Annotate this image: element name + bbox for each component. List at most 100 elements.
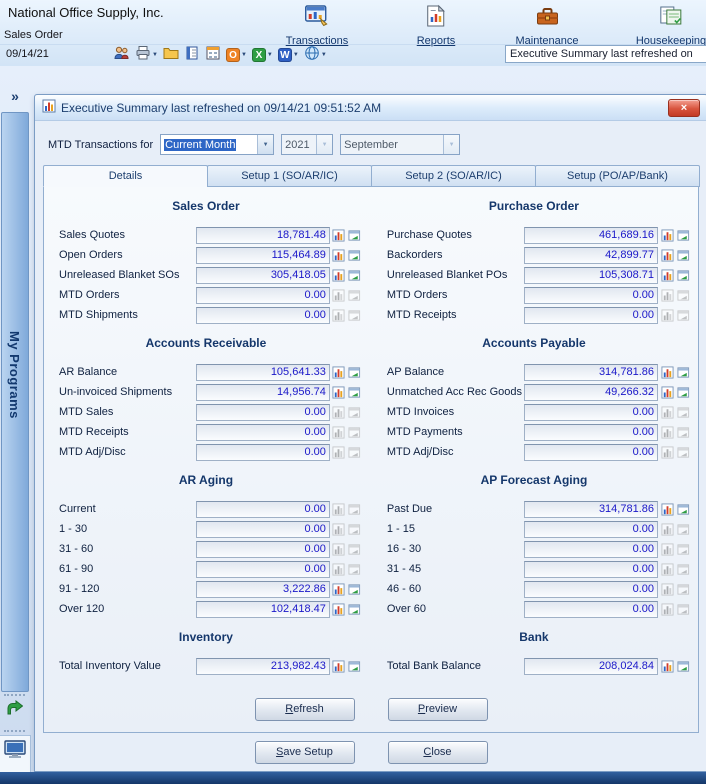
drilldown-icon[interactable] (676, 268, 690, 282)
refresh-button[interactable]: Refresh (254, 698, 355, 721)
dropdown-arrow-icon[interactable]: ▼ (241, 52, 247, 58)
chart-icon[interactable] (660, 385, 674, 399)
chart-icon[interactable] (332, 542, 346, 556)
drilldown-icon[interactable] (676, 248, 690, 262)
drilldown-icon[interactable] (676, 288, 690, 302)
ledger-icon[interactable] (183, 46, 201, 64)
chart-icon[interactable] (332, 268, 346, 282)
metric-value-field[interactable]: 115,464.89 (195, 246, 330, 264)
month-combobox[interactable]: September ▼ (340, 134, 461, 155)
chart-icon[interactable] (332, 582, 346, 596)
metric-value-field[interactable]: 0.00 (524, 306, 658, 324)
excel-export-button[interactable]: X ▼ (251, 46, 274, 64)
drilldown-icon[interactable] (676, 308, 690, 322)
chart-icon[interactable] (660, 308, 674, 322)
metric-value-field[interactable]: 49,266.32 (524, 383, 658, 401)
metric-value-field[interactable]: 18,781.48 (195, 226, 330, 244)
chart-icon[interactable] (660, 542, 674, 556)
chevron-down-icon[interactable]: ▼ (257, 135, 274, 154)
chart-icon[interactable] (660, 288, 674, 302)
chart-icon[interactable] (660, 228, 674, 242)
folder-icon[interactable] (162, 46, 180, 64)
metric-value-field[interactable]: 0.00 (195, 286, 330, 304)
print-button[interactable]: ▼ (134, 45, 159, 64)
metric-value-field[interactable]: 0.00 (195, 423, 330, 441)
drilldown-icon[interactable] (348, 522, 362, 536)
metric-value-field[interactable]: 42,899.77 (524, 246, 658, 264)
drilldown-icon[interactable] (676, 228, 690, 242)
chart-icon[interactable] (332, 562, 346, 576)
metric-value-field[interactable]: 0.00 (195, 306, 330, 324)
chart-icon[interactable] (660, 405, 674, 419)
drilldown-icon[interactable] (348, 405, 362, 419)
tab-setup1[interactable]: Setup 1 (SO/AR/IC) (207, 165, 372, 187)
chart-icon[interactable] (332, 659, 346, 673)
chart-icon[interactable] (660, 425, 674, 439)
outlook-export-button[interactable]: O ▼ (225, 46, 248, 64)
chart-icon[interactable] (332, 385, 346, 399)
chart-icon[interactable] (660, 502, 674, 516)
drilldown-icon[interactable] (676, 405, 690, 419)
workstation-icon[interactable] (3, 740, 27, 765)
drilldown-icon[interactable] (348, 425, 362, 439)
dropdown-arrow-icon[interactable]: ▼ (152, 52, 158, 58)
drilldown-icon[interactable] (348, 288, 362, 302)
nav-transactions[interactable]: Transactions (286, 4, 348, 47)
chart-icon[interactable] (332, 228, 346, 242)
drilldown-icon[interactable] (676, 445, 690, 459)
preview-button[interactable]: Preview (387, 698, 488, 721)
drilldown-icon[interactable] (676, 365, 690, 379)
chart-icon[interactable] (332, 365, 346, 379)
drilldown-icon[interactable] (676, 582, 690, 596)
navigate-icon[interactable] (5, 699, 24, 721)
chevron-down-icon[interactable]: ▼ (443, 135, 460, 154)
metric-value-field[interactable]: 314,781.86 (524, 363, 658, 381)
metric-value-field[interactable]: 0.00 (195, 520, 330, 538)
drilldown-icon[interactable] (348, 385, 362, 399)
metric-value-field[interactable]: 3,222.86 (195, 580, 330, 598)
drilldown-icon[interactable] (348, 602, 362, 616)
chart-icon[interactable] (332, 288, 346, 302)
chart-icon[interactable] (660, 602, 674, 616)
drilldown-icon[interactable] (348, 542, 362, 556)
metric-value-field[interactable]: 0.00 (524, 600, 658, 618)
tab-setup2[interactable]: Setup 2 (SO/AR/IC) (371, 165, 536, 187)
nav-reports[interactable]: Reports (417, 4, 455, 47)
my-programs-strip[interactable]: My Programs (1, 112, 29, 692)
metric-value-field[interactable]: 208,024.84 (524, 657, 658, 675)
drilldown-icon[interactable] (348, 228, 362, 242)
chart-icon[interactable] (332, 248, 346, 262)
metric-value-field[interactable]: 0.00 (195, 443, 330, 461)
drilldown-icon[interactable] (676, 385, 690, 399)
metric-value-field[interactable]: 213,982.43 (195, 657, 330, 675)
chart-icon[interactable] (660, 582, 674, 596)
chart-icon[interactable] (660, 248, 674, 262)
metric-value-field[interactable]: 14,956.74 (195, 383, 330, 401)
metric-value-field[interactable]: 305,418.05 (195, 266, 330, 284)
chart-icon[interactable] (332, 445, 346, 459)
chart-icon[interactable] (660, 562, 674, 576)
drilldown-icon[interactable] (676, 502, 690, 516)
metric-value-field[interactable]: 0.00 (524, 443, 658, 461)
metric-value-field[interactable]: 0.00 (524, 423, 658, 441)
metric-value-field[interactable]: 0.00 (524, 520, 658, 538)
metric-value-field[interactable]: 0.00 (195, 500, 330, 518)
metric-value-field[interactable]: 105,308.71 (524, 266, 658, 284)
drilldown-icon[interactable] (348, 659, 362, 673)
chart-icon[interactable] (660, 365, 674, 379)
close-button[interactable]: Close (387, 741, 488, 764)
drilldown-icon[interactable] (348, 562, 362, 576)
metric-value-field[interactable]: 0.00 (524, 580, 658, 598)
chart-icon[interactable] (332, 405, 346, 419)
chart-icon[interactable] (660, 522, 674, 536)
metric-value-field[interactable]: 0.00 (195, 540, 330, 558)
drilldown-icon[interactable] (348, 308, 362, 322)
drilldown-icon[interactable] (348, 582, 362, 596)
dropdown-arrow-icon[interactable]: ▼ (293, 52, 299, 58)
chart-icon[interactable] (332, 308, 346, 322)
dropdown-arrow-icon[interactable]: ▼ (267, 52, 273, 58)
metric-value-field[interactable]: 102,418.47 (195, 600, 330, 618)
save-setup-button[interactable]: Save Setup (254, 741, 355, 764)
chart-icon[interactable] (660, 659, 674, 673)
metric-value-field[interactable]: 461,689.16 (524, 226, 658, 244)
